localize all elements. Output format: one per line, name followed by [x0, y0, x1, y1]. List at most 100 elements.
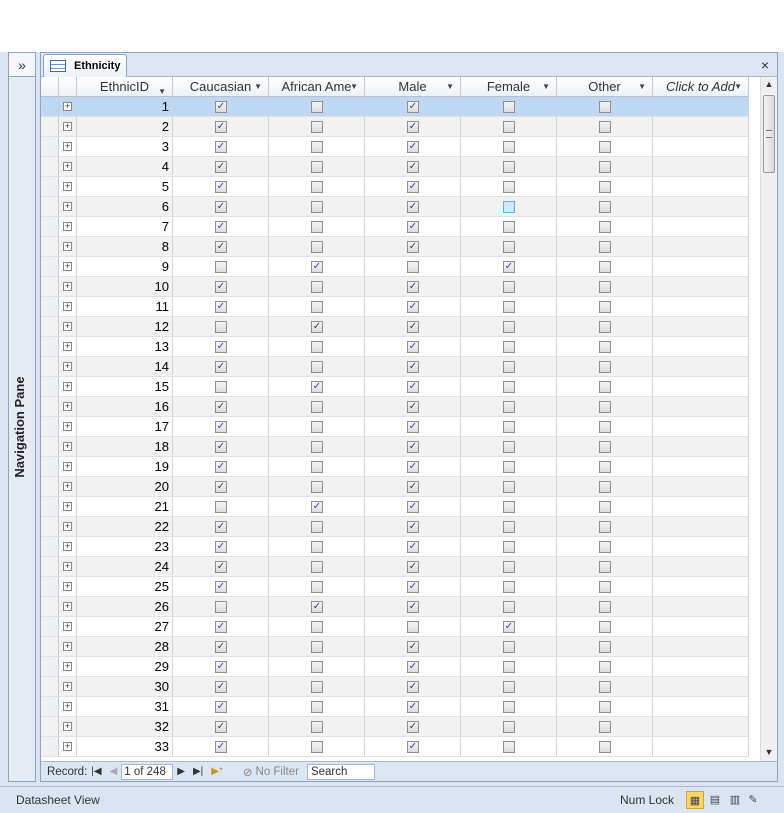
fem-checkbox[interactable]	[503, 321, 515, 333]
table-row[interactable]: +33	[41, 737, 749, 757]
oth-checkbox[interactable]	[599, 281, 611, 293]
fem-checkbox[interactable]	[503, 501, 515, 513]
ethnicid-cell[interactable]: 6	[77, 197, 173, 217]
afr-checkbox[interactable]	[311, 161, 323, 173]
scroll-up-arrow-icon[interactable]: ▲	[763, 79, 775, 91]
row-selector[interactable]	[41, 117, 59, 137]
cau-checkbox[interactable]	[215, 221, 227, 233]
cau-checkbox[interactable]	[215, 281, 227, 293]
oth-checkbox[interactable]	[599, 181, 611, 193]
column-header-click-to-add[interactable]: Click to Add ▼	[653, 77, 749, 97]
row-selector[interactable]	[41, 437, 59, 457]
cau-checkbox[interactable]	[215, 121, 227, 133]
row-selector[interactable]	[41, 617, 59, 637]
ethnicid-cell[interactable]: 9	[77, 257, 173, 277]
pivot-chart-icon[interactable]: ▥	[726, 791, 744, 809]
afr-checkbox[interactable]	[311, 521, 323, 533]
cau-checkbox[interactable]	[215, 261, 227, 273]
row-selector[interactable]	[41, 217, 59, 237]
fem-checkbox[interactable]	[503, 101, 515, 113]
click-to-add-cell[interactable]	[653, 257, 749, 277]
oth-checkbox[interactable]	[599, 721, 611, 733]
ethnicid-cell[interactable]: 21	[77, 497, 173, 517]
ethnicid-cell[interactable]: 33	[77, 737, 173, 757]
row-selector[interactable]	[41, 637, 59, 657]
table-row[interactable]: +28	[41, 637, 749, 657]
row-selector[interactable]	[41, 377, 59, 397]
afr-checkbox[interactable]	[311, 681, 323, 693]
ethnicid-cell[interactable]: 14	[77, 357, 173, 377]
oth-checkbox[interactable]	[599, 541, 611, 553]
fem-checkbox[interactable]	[503, 181, 515, 193]
ethnicid-cell[interactable]: 4	[77, 157, 173, 177]
table-row[interactable]: +11	[41, 297, 749, 317]
afr-checkbox[interactable]	[311, 341, 323, 353]
table-row[interactable]: +12	[41, 317, 749, 337]
fem-checkbox[interactable]	[503, 581, 515, 593]
plus-icon[interactable]: +	[63, 662, 72, 671]
row-selector[interactable]	[41, 157, 59, 177]
afr-checkbox[interactable]	[311, 581, 323, 593]
row-selector[interactable]	[41, 697, 59, 717]
tab-ethnicity[interactable]: Ethnicity	[43, 54, 127, 77]
table-row[interactable]: +22	[41, 517, 749, 537]
click-to-add-cell[interactable]	[653, 697, 749, 717]
table-row[interactable]: +5	[41, 177, 749, 197]
plus-icon[interactable]: +	[63, 482, 72, 491]
vertical-scrollbar[interactable]: ▲ ▼	[760, 77, 777, 763]
next-record-icon[interactable]: ▶	[177, 766, 185, 777]
click-to-add-cell[interactable]	[653, 237, 749, 257]
row-selector[interactable]	[41, 517, 59, 537]
cau-checkbox[interactable]	[215, 661, 227, 673]
click-to-add-cell[interactable]	[653, 577, 749, 597]
fem-checkbox[interactable]	[503, 141, 515, 153]
afr-checkbox[interactable]	[311, 381, 323, 393]
plus-icon[interactable]: +	[63, 582, 72, 591]
oth-checkbox[interactable]	[599, 741, 611, 753]
table-row[interactable]: +17	[41, 417, 749, 437]
ethnicid-cell[interactable]: 16	[77, 397, 173, 417]
afr-checkbox[interactable]	[311, 281, 323, 293]
plus-icon[interactable]: +	[63, 702, 72, 711]
ethnicid-cell[interactable]: 31	[77, 697, 173, 717]
table-row[interactable]: +16	[41, 397, 749, 417]
table-row[interactable]: +7	[41, 217, 749, 237]
row-selector[interactable]	[41, 357, 59, 377]
table-row[interactable]: +29	[41, 657, 749, 677]
row-selector[interactable]	[41, 477, 59, 497]
cau-checkbox[interactable]	[215, 401, 227, 413]
afr-checkbox[interactable]	[311, 141, 323, 153]
male-checkbox[interactable]	[407, 121, 419, 133]
oth-checkbox[interactable]	[599, 621, 611, 633]
cau-checkbox[interactable]	[215, 161, 227, 173]
click-to-add-cell[interactable]	[653, 497, 749, 517]
row-selector[interactable]	[41, 297, 59, 317]
click-to-add-cell[interactable]	[653, 197, 749, 217]
fem-checkbox[interactable]	[503, 681, 515, 693]
afr-checkbox[interactable]	[311, 241, 323, 253]
ethnicid-cell[interactable]: 29	[77, 657, 173, 677]
fem-checkbox[interactable]	[503, 381, 515, 393]
afr-checkbox[interactable]	[311, 601, 323, 613]
chevron-down-icon[interactable]: ▼	[542, 82, 550, 91]
plus-icon[interactable]: +	[63, 362, 72, 371]
fem-checkbox[interactable]	[503, 561, 515, 573]
plus-icon[interactable]: +	[63, 322, 72, 331]
plus-icon[interactable]: +	[63, 302, 72, 311]
select-all-corner[interactable]	[41, 77, 59, 97]
fem-checkbox[interactable]	[503, 541, 515, 553]
click-to-add-cell[interactable]	[653, 117, 749, 137]
datasheet-view-icon[interactable]: ▦	[686, 791, 704, 809]
chevron-down-icon[interactable]: ▼	[254, 82, 262, 91]
oth-checkbox[interactable]	[599, 441, 611, 453]
oth-checkbox[interactable]	[599, 661, 611, 673]
plus-icon[interactable]: +	[63, 522, 72, 531]
new-record-icon[interactable]: ▶*	[211, 766, 223, 777]
table-row[interactable]: +1	[41, 97, 749, 117]
fem-checkbox[interactable]	[503, 441, 515, 453]
row-selector[interactable]	[41, 657, 59, 677]
male-checkbox[interactable]	[407, 701, 419, 713]
cau-checkbox[interactable]	[215, 141, 227, 153]
afr-checkbox[interactable]	[311, 441, 323, 453]
male-checkbox[interactable]	[407, 441, 419, 453]
